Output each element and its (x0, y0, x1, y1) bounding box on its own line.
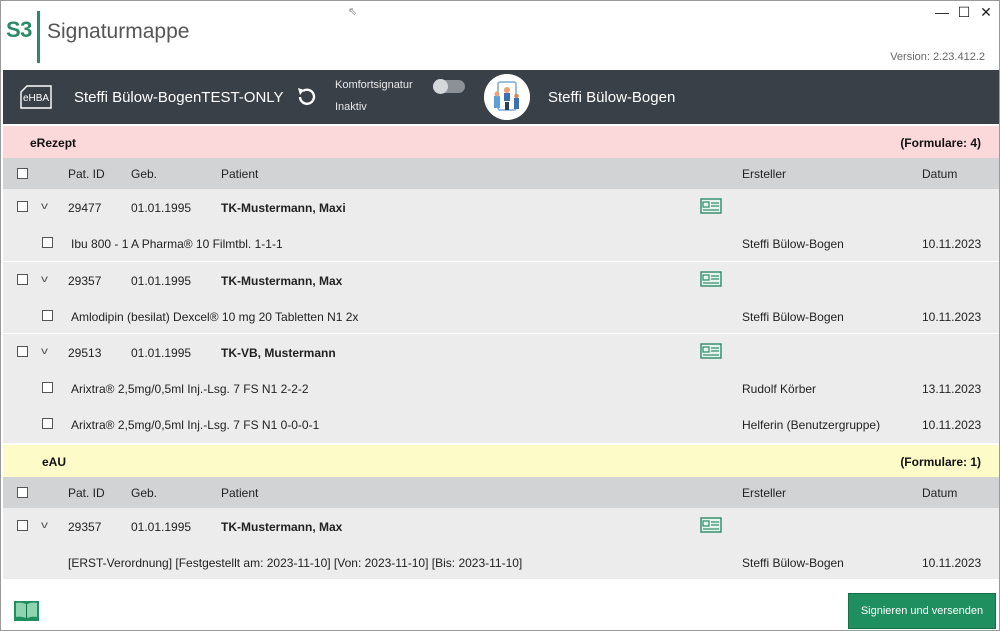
patient-row[interactable]: v 29477 01.01.1995 TK-Mustermann, Maxi (3, 189, 999, 225)
patient-row[interactable]: v 29513 01.01.1995 TK-VB, Mustermann (3, 334, 999, 370)
svg-text:eHBA: eHBA (23, 93, 49, 104)
prescription-row[interactable]: Ibu 800 - 1 A Pharma® 10 Filmtbl. 1-1-1 … (3, 225, 999, 261)
avatar[interactable] (484, 74, 530, 120)
prescription-row[interactable]: Arixtra® 2,5mg/0,5ml Inj.-Lsg. 7 FS N1 0… (3, 406, 999, 442)
ehba-card-icon: eHBA (19, 84, 53, 110)
item-ersteller: Helferin (Benutzergruppe) (742, 418, 881, 432)
item-datum: 10.11.2023 (922, 418, 982, 432)
item-ersteller: Rudolf Körber (742, 382, 817, 396)
birth-date: 01.01.1995 (131, 346, 192, 360)
app-title: Signaturmappe (47, 20, 190, 43)
prescription-row[interactable]: Amlodipin (besilat) Dexcel® 10 mg 20 Tab… (3, 298, 999, 334)
form-card-icon[interactable] (700, 517, 722, 533)
card-user-name: Steffi Bülow-BogenTEST-ONLY (74, 89, 284, 106)
select-all-checkbox[interactable] (17, 168, 28, 179)
chevron-down-icon[interactable]: v (41, 520, 48, 531)
item-ersteller: Steffi Bülow-Bogen (742, 556, 844, 570)
item-text: Arixtra® 2,5mg/0,5ml Inj.-Lsg. 7 FS N1 0… (71, 418, 320, 432)
pat-id: 29477 (68, 201, 102, 215)
window-controls: — ☐ ✕ (933, 2, 995, 22)
column-datum: Datum (922, 486, 958, 500)
form-card-icon[interactable] (700, 198, 722, 214)
patient-row[interactable]: v 29357 01.01.1995 TK-Mustermann, Max (3, 262, 999, 298)
section-title-erezept: eRezept (30, 136, 77, 150)
item-text: Ibu 800 - 1 A Pharma® 10 Filmtbl. 1-1-1 (71, 237, 283, 251)
item-text: Arixtra® 2,5mg/0,5ml Inj.-Lsg. 7 FS N1 2… (71, 382, 309, 396)
chevron-down-icon[interactable]: v (41, 346, 48, 357)
patient-name: TK-Mustermann, Max (221, 520, 343, 534)
item-ersteller: Steffi Bülow-Bogen (742, 237, 844, 251)
patient-checkbox[interactable] (17, 274, 28, 285)
logged-in-user-name: Steffi Bülow-Bogen (548, 89, 676, 106)
patient-checkbox[interactable] (17, 201, 28, 212)
refresh-icon[interactable] (294, 84, 320, 110)
birth-date: 01.01.1995 (131, 520, 192, 534)
item-datum: 10.11.2023 (922, 310, 982, 324)
column-pat-id: Pat. ID (68, 486, 105, 500)
app-window: S3 Signaturmappe ⇖ — ☐ ✕ Version: 2.23.4… (0, 0, 1000, 631)
eau-column-header: Pat. ID Geb. Patient Ersteller Datum (3, 477, 999, 508)
book-icon[interactable] (13, 599, 40, 623)
select-all-checkbox[interactable] (17, 487, 28, 498)
patient-group: v 29513 01.01.1995 TK-VB, Mustermann Ari… (3, 334, 999, 444)
chevron-down-icon[interactable]: v (41, 274, 48, 285)
sign-and-send-button[interactable]: Signieren und versenden (848, 593, 996, 629)
birth-date: 01.01.1995 (131, 274, 192, 288)
column-patient: Patient (221, 167, 259, 181)
item-ersteller: Steffi Bülow-Bogen (742, 310, 844, 324)
chevron-down-icon[interactable]: v (41, 201, 48, 212)
erezept-section-header: eRezept (Formulare: 4) (3, 126, 999, 158)
item-checkbox[interactable] (42, 237, 53, 248)
column-patient: Patient (221, 486, 259, 500)
birth-date: 01.01.1995 (131, 201, 192, 215)
item-text: Amlodipin (besilat) Dexcel® 10 mg 20 Tab… (71, 310, 359, 324)
eau-section-header: eAU (Formulare: 1) (3, 445, 999, 477)
form-card-icon[interactable] (700, 343, 722, 359)
column-ersteller: Ersteller (742, 486, 787, 500)
komfort-toggle[interactable] (433, 79, 465, 94)
column-pat-id: Pat. ID (68, 167, 105, 181)
item-checkbox[interactable] (42, 418, 53, 429)
item-datum: 10.11.2023 (922, 556, 982, 570)
version-label: Version: 2.23.412.2 (890, 51, 985, 63)
logo-divider (37, 11, 40, 63)
patient-group: v 29357 01.01.1995 TK-Mustermann, Max [E… (3, 508, 999, 580)
patient-checkbox[interactable] (17, 346, 28, 357)
patient-name: TK-VB, Mustermann (221, 346, 336, 360)
patient-row[interactable]: v 29357 01.01.1995 TK-Mustermann, Max (3, 508, 999, 544)
patient-group: v 29357 01.01.1995 TK-Mustermann, Max Am… (3, 262, 999, 334)
patient-name: TK-Mustermann, Maxi (221, 201, 346, 215)
column-geb: Geb. (131, 167, 158, 181)
form-count-erezept: (Formulare: 4) (900, 136, 981, 150)
toggle-knob (433, 79, 448, 94)
form-count-eau: (Formulare: 1) (900, 455, 981, 469)
close-button[interactable]: ✕ (977, 2, 995, 22)
item-datum: 13.11.2023 (922, 382, 982, 396)
mouse-cursor-icon: ⇖ (348, 6, 358, 18)
pat-id: 29513 (68, 346, 102, 360)
pat-id: 29357 (68, 520, 102, 534)
maximize-button[interactable]: ☐ (955, 2, 973, 22)
erezept-column-header: Pat. ID Geb. Patient Ersteller Datum (3, 158, 999, 189)
column-datum: Datum (922, 167, 958, 181)
eau-row[interactable]: [ERST-Verordnung] [Festgestellt am: 2023… (3, 544, 999, 580)
item-checkbox[interactable] (42, 382, 53, 393)
prescription-row[interactable]: Arixtra® 2,5mg/0,5ml Inj.-Lsg. 7 FS N1 2… (3, 370, 999, 406)
komfort-status: Inaktiv (335, 101, 367, 113)
item-text: [ERST-Verordnung] [Festgestellt am: 2023… (68, 556, 523, 570)
column-ersteller: Ersteller (742, 167, 787, 181)
item-checkbox[interactable] (42, 310, 53, 321)
patient-checkbox[interactable] (17, 520, 28, 531)
user-header: eHBA Steffi Bülow-BogenTEST-ONLY Komfort… (3, 70, 999, 124)
pat-id: 29357 (68, 274, 102, 288)
column-geb: Geb. (131, 486, 158, 500)
form-card-icon[interactable] (700, 271, 722, 287)
app-logo: S3 (6, 17, 32, 42)
section-title-eau: eAU (42, 455, 67, 469)
patient-name: TK-Mustermann, Max (221, 274, 343, 288)
minimize-button[interactable]: — (933, 2, 951, 22)
patient-group: v 29477 01.01.1995 TK-Mustermann, Maxi I… (3, 189, 999, 262)
item-datum: 10.11.2023 (922, 237, 982, 251)
komfort-label: Komfortsignatur (335, 79, 413, 91)
